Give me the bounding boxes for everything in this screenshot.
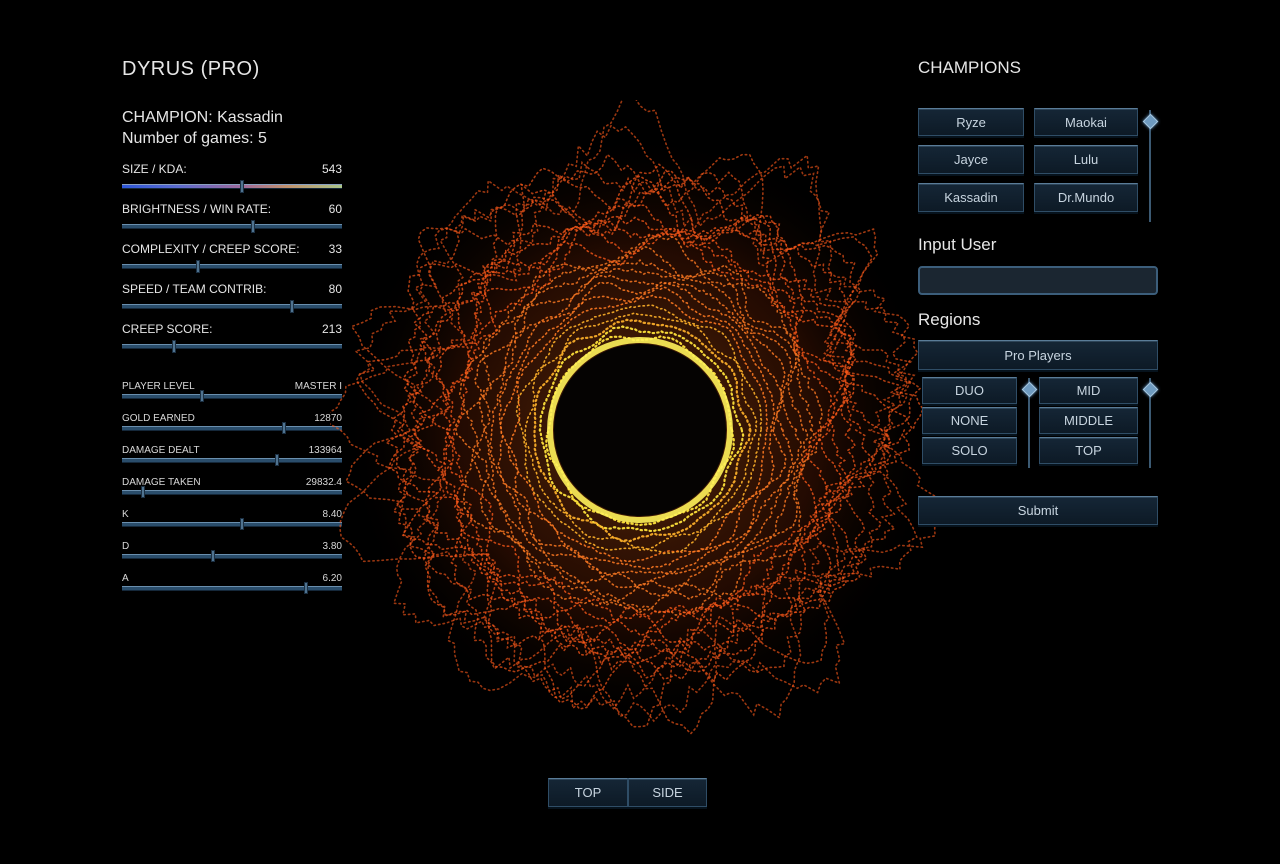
queue-duo-button[interactable]: DUO [922,377,1017,404]
slider-thumb[interactable] [240,519,243,529]
slider-thumb[interactable] [291,301,294,312]
stat-label: K [122,509,129,520]
stat-label: A [122,573,129,584]
champions-scroll-handle[interactable] [1142,113,1159,130]
input-user-title: Input User [918,235,997,254]
brightness-slider[interactable] [122,221,342,232]
slider-thumb[interactable] [212,551,215,561]
creep-score-slider[interactable] [122,341,342,352]
queue-solo-button[interactable]: SOLO [922,437,1017,464]
viz-core [554,344,726,516]
damage-taken-slider[interactable] [122,487,342,497]
kills-slider[interactable] [122,519,342,529]
player-title: DYRUS (PRO) [122,58,260,80]
champion-button-maokai[interactable]: Maokai [1034,108,1138,136]
champions-title: CHAMPIONS [918,58,1021,77]
queue-none-button[interactable]: NONE [922,407,1017,434]
stat-label: PLAYER LEVEL [122,381,195,392]
complexity-slider[interactable] [122,261,342,272]
regions-title: Regions [918,310,981,329]
player-level-slider[interactable] [122,391,342,401]
slider-thumb[interactable] [251,221,254,232]
slider-thumb[interactable] [141,487,144,497]
lane-top-button[interactable]: TOP [1039,437,1138,464]
param-label: SPEED / TEAM CONTRIB: [122,282,267,296]
champion-button-lulu[interactable]: Lulu [1034,145,1138,174]
slider-thumb[interactable] [240,181,243,192]
champion-button-dr-mundo[interactable]: Dr.Mundo [1034,183,1138,212]
speed-slider[interactable] [122,301,342,312]
gold-earned-slider[interactable] [122,423,342,433]
lane-mid-button[interactable]: MID [1039,377,1138,404]
damage-dealt-slider[interactable] [122,455,342,465]
games-count: Number of games: 5 [122,130,267,147]
slider-thumb[interactable] [276,455,278,465]
lane-middle-button[interactable]: MIDDLE [1039,407,1138,434]
slider-thumb[interactable] [282,423,285,433]
lane-scroll-handle[interactable] [1142,381,1159,398]
slider-thumb[interactable] [304,583,307,593]
slider-thumb[interactable] [172,341,175,352]
pro-players-button[interactable]: Pro Players [918,340,1158,370]
stat-label: GOLD EARNED [122,413,195,424]
stat-label: DAMAGE TAKEN [122,477,201,488]
view-side-button[interactable]: SIDE [628,778,707,807]
param-label: BRIGHTNESS / WIN RATE: [122,202,272,216]
champion-button-ryze[interactable]: Ryze [918,108,1024,136]
deaths-slider[interactable] [122,551,342,561]
queue-scroll-handle[interactable] [1021,381,1038,398]
slider-thumb[interactable] [196,261,199,272]
stat-label: DAMAGE DEALT [122,445,200,456]
assists-slider[interactable] [122,583,342,593]
champion-particle-visualization [330,100,950,735]
user-name-input[interactable] [918,266,1158,295]
param-label: COMPLEXITY / CREEP SCORE: [122,242,300,256]
slider-thumb[interactable] [201,391,204,401]
submit-button[interactable]: Submit [918,496,1158,525]
champion-button-kassadin[interactable]: Kassadin [918,183,1024,212]
champion-button-jayce[interactable]: Jayce [918,145,1024,174]
param-label: SIZE / KDA: [122,162,187,176]
champion-name: CHAMPION: Kassadin [122,109,283,126]
view-top-button[interactable]: TOP [548,778,628,807]
stat-label: D [122,541,130,552]
size-kda-slider[interactable] [122,181,342,192]
param-label: CREEP SCORE: [122,322,213,336]
